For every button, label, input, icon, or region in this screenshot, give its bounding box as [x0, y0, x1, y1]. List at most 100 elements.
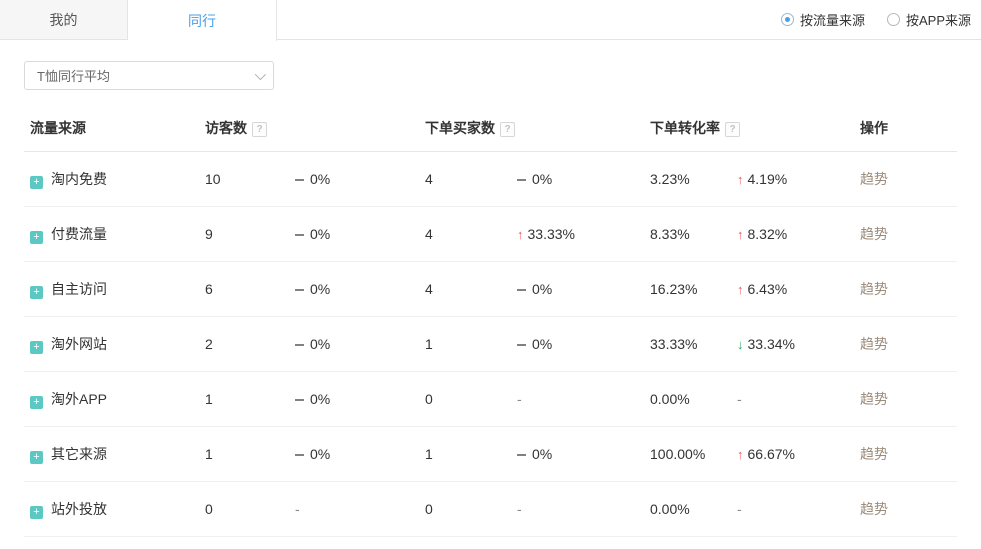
change-indicator: 0% — [517, 281, 552, 297]
column-header: 流量来源 — [24, 105, 199, 152]
expand-plus-icon[interactable]: + — [30, 286, 43, 299]
expand-plus-icon[interactable]: + — [30, 451, 43, 464]
flat-dash-icon — [517, 179, 526, 181]
visitors-cell: 1 — [199, 427, 289, 482]
trend-link[interactable]: 趋势 — [860, 391, 888, 407]
tab-mine[interactable]: 我的 — [0, 0, 128, 39]
expand-plus-icon[interactable]: + — [30, 231, 43, 244]
change-indicator: - — [517, 501, 522, 517]
flat-dash-icon — [295, 454, 304, 456]
trend-link[interactable]: 趋势 — [860, 446, 888, 462]
action-cell: 趋势 — [854, 207, 957, 262]
arrow-up-icon: ↑ — [737, 282, 744, 297]
change-indicator: 0% — [295, 281, 330, 297]
table-row: +站外投放0-0-0.00%-趋势 — [24, 482, 957, 537]
arrow-up-icon: ↑ — [737, 172, 744, 187]
radio-by-app-source[interactable]: 按APP来源 — [887, 10, 971, 29]
peer-average-select[interactable]: T恤同行平均 — [24, 61, 274, 90]
change-indicator: ↑4.19% — [737, 171, 787, 187]
action-cell: 趋势 — [854, 372, 957, 427]
rate-cell: 8.33% — [644, 207, 731, 262]
table-row: +其它来源10%10%100.00%↑66.67%趋势 — [24, 427, 957, 482]
rate-change-cell: ↑6.43% — [731, 262, 854, 317]
buyers-change-cell: ↑33.33% — [511, 207, 644, 262]
visitors-change-cell: - — [289, 482, 419, 537]
flat-dash-icon — [295, 344, 304, 346]
action-cell: 趋势 — [854, 317, 957, 372]
tab-bar: 我的 同行 按流量来源 按APP来源 — [0, 0, 981, 40]
rate-change-cell: ↓33.34% — [731, 317, 854, 372]
arrow-up-icon: ↑ — [737, 227, 744, 242]
trend-link[interactable]: 趋势 — [860, 336, 888, 352]
change-indicator: 0% — [517, 171, 552, 187]
rate-change-cell: - — [731, 372, 854, 427]
source-name: 其它来源 — [51, 446, 107, 462]
chevron-down-icon — [255, 68, 266, 79]
column-header-label: 流量来源 — [30, 120, 86, 136]
column-header: 访客数? — [199, 105, 289, 152]
rate-cell: 16.23% — [644, 262, 731, 317]
action-cell: 趋势 — [854, 262, 957, 317]
rate-change-cell: ↑8.32% — [731, 207, 854, 262]
visitors-change-cell: 0% — [289, 317, 419, 372]
trend-link[interactable]: 趋势 — [860, 501, 888, 517]
table-header-row: 流量来源访客数?下单买家数?下单转化率?操作 — [24, 105, 957, 152]
change-indicator: - — [517, 391, 522, 407]
expand-plus-icon[interactable]: + — [30, 506, 43, 519]
table-body: +淘内免费100%40%3.23%↑4.19%趋势+付费流量90%4↑33.33… — [24, 152, 957, 537]
table-row: +淘外APP10%0-0.00%-趋势 — [24, 372, 957, 427]
buyers-change-cell: - — [511, 372, 644, 427]
source-cell: + 淘外网站 — [24, 317, 199, 372]
source-cell: +淘外APP — [24, 372, 199, 427]
source-cell: + 淘内免费 — [24, 152, 199, 207]
tab-peers[interactable]: 同行 — [128, 0, 277, 41]
column-header: 下单买家数? — [419, 105, 511, 152]
buyers-cell: 4 — [419, 262, 511, 317]
visitors-change-cell: 0% — [289, 152, 419, 207]
help-icon[interactable]: ? — [252, 122, 267, 137]
change-indicator: - — [737, 501, 742, 517]
source-cell: +付费流量 — [24, 207, 199, 262]
help-icon[interactable]: ? — [500, 122, 515, 137]
buyers-change-cell: 0% — [511, 152, 644, 207]
visitors-cell: 2 — [199, 317, 289, 372]
source-name: 站外投放 — [51, 501, 107, 517]
source-cell: + 站外投放 — [24, 482, 199, 537]
source-name: 淘外网站 — [51, 336, 107, 352]
flat-dash-icon — [517, 344, 526, 346]
expand-plus-icon[interactable]: + — [30, 341, 43, 354]
radio-by-traffic-source[interactable]: 按流量来源 — [781, 10, 865, 29]
visitors-change-cell: 0% — [289, 207, 419, 262]
expand-plus-icon[interactable]: + — [30, 176, 43, 189]
trend-link[interactable]: 趋势 — [860, 171, 888, 187]
change-indicator: 0% — [517, 446, 552, 462]
buyers-cell: 4 — [419, 152, 511, 207]
tab-bar-right: 按流量来源 按APP来源 — [277, 0, 981, 39]
rate-change-cell: ↑4.19% — [731, 152, 854, 207]
expand-plus-icon[interactable]: + — [30, 396, 43, 409]
help-icon[interactable]: ? — [725, 122, 740, 137]
flat-dash-icon — [517, 454, 526, 456]
flat-dash-icon — [295, 179, 304, 181]
rate-cell: 100.00% — [644, 427, 731, 482]
column-header — [731, 105, 854, 152]
buyers-change-cell: 0% — [511, 262, 644, 317]
visitors-cell: 0 — [199, 482, 289, 537]
column-header-label: 访客数 — [205, 120, 247, 136]
column-header-label: 下单转化率 — [650, 120, 720, 136]
action-cell: 趋势 — [854, 152, 957, 207]
buyers-cell: 1 — [419, 317, 511, 372]
arrow-up-icon: ↑ — [737, 447, 744, 462]
change-indicator: 0% — [295, 226, 330, 242]
arrow-up-icon: ↑ — [517, 227, 524, 242]
arrow-down-icon: ↓ — [737, 337, 744, 352]
rate-change-cell: - — [731, 482, 854, 537]
buyers-change-cell: - — [511, 482, 644, 537]
trend-link[interactable]: 趋势 — [860, 226, 888, 242]
visitors-change-cell: 0% — [289, 427, 419, 482]
column-header-label: 下单买家数 — [425, 120, 495, 136]
buyers-cell: 1 — [419, 427, 511, 482]
trend-link[interactable]: 趋势 — [860, 281, 888, 297]
action-cell: 趋势 — [854, 427, 957, 482]
source-name: 淘内免费 — [51, 171, 107, 187]
